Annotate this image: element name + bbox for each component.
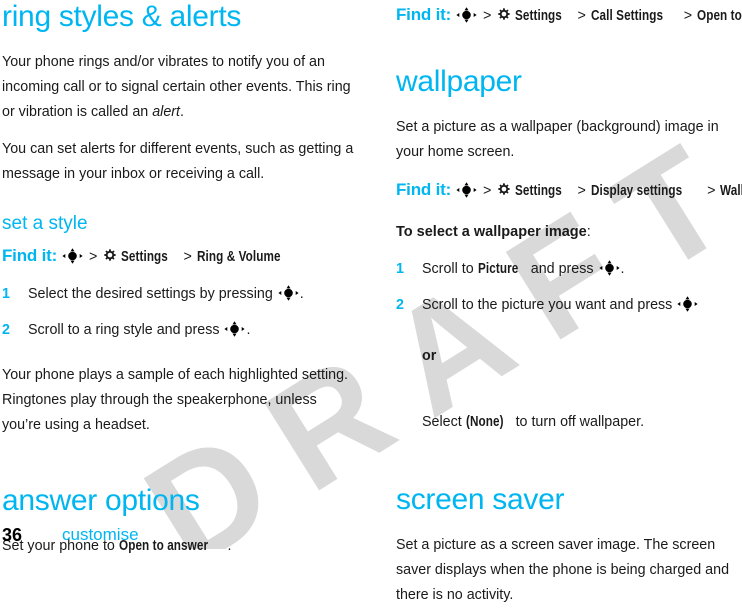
screen-saver-body: Set a picture as a screen saver image. T… bbox=[396, 537, 730, 604]
find-it-label: Find it: bbox=[396, 5, 452, 24]
alert-term: alert bbox=[152, 104, 181, 120]
wallpaper-lead-bold: To select a wallpaper image: bbox=[396, 224, 591, 240]
step-number: 2 bbox=[2, 322, 10, 338]
path-item-wallpaper: Wallpaper bbox=[720, 183, 742, 199]
path-separator: > bbox=[483, 183, 492, 199]
manual-page: ring styles & alerts Your phone rings an… bbox=[0, 0, 742, 603]
path-separator: > bbox=[683, 8, 693, 24]
path-item-settings: Settings bbox=[121, 249, 169, 265]
path-separator: > bbox=[89, 249, 98, 265]
find-it-label: Find it: bbox=[396, 180, 452, 199]
path-item-display-settings: Display settings bbox=[590, 183, 683, 199]
list-item: 2 Scroll to a ring style and press . bbox=[2, 318, 355, 343]
step-number: 1 bbox=[2, 286, 10, 302]
path-item-settings: Settings bbox=[515, 8, 563, 24]
list-item: 1 Select the desired settings by pressing… bbox=[2, 282, 355, 307]
path-item-ring-and-volume: Ring & Volume bbox=[196, 249, 281, 265]
steps-wallpaper: 1 Scroll to Picture and press . 2 Scroll t… bbox=[396, 257, 742, 318]
five-way-navigation-key-icon bbox=[277, 285, 300, 301]
left-column: ring styles & alerts Your phone rings an… bbox=[2, 0, 355, 559]
ui-string-none: (None) bbox=[465, 413, 504, 430]
five-way-navigation-key-icon bbox=[223, 321, 246, 337]
find-it-answer-options: Find it: > Settings > Call Settings > Op… bbox=[396, 2, 742, 29]
path-separator: > bbox=[183, 249, 192, 265]
heading-answer-options: answer options bbox=[2, 484, 200, 517]
gear-icon bbox=[102, 246, 117, 261]
path-item-settings: Settings bbox=[515, 183, 563, 199]
find-it-wallpaper: Find it: > Settings > Display settings >… bbox=[396, 177, 742, 204]
steps-set-a-style: 1 Select the desired settings by pressing… bbox=[2, 282, 355, 343]
path-item-call-settings: Call Settings bbox=[590, 8, 663, 24]
intro-paragraph-2: You can set alerts for different events,… bbox=[2, 141, 354, 182]
page-number: 36 bbox=[2, 525, 23, 545]
gear-icon bbox=[496, 5, 511, 20]
path-separator: > bbox=[707, 183, 716, 199]
five-way-navigation-key-icon bbox=[455, 6, 478, 23]
wallpaper-body: Set a picture as a wallpaper (background… bbox=[396, 119, 719, 160]
path-separator: > bbox=[577, 183, 586, 199]
wallpaper-none-option: Select (None) to turn off wallpaper. bbox=[396, 410, 742, 435]
five-way-navigation-key-icon bbox=[676, 296, 699, 312]
find-it-label: Find it: bbox=[2, 246, 58, 265]
page-title: ring styles & alerts bbox=[2, 0, 242, 33]
list-item: 2 Scroll to the picture you want and pres… bbox=[396, 293, 742, 318]
path-separator: > bbox=[483, 8, 492, 24]
five-way-navigation-key-icon bbox=[455, 181, 478, 198]
five-way-navigation-key-icon bbox=[598, 260, 621, 276]
ring-style-note: Your phone plays a sample of each highli… bbox=[2, 367, 349, 433]
step-number: 2 bbox=[396, 297, 404, 313]
heading-screen-saver: screen saver bbox=[396, 483, 565, 517]
intro-paragraph-1: Your phone rings and/or vibrates to noti… bbox=[2, 54, 351, 120]
five-way-navigation-key-icon bbox=[61, 247, 84, 264]
page-footer: 36 customise bbox=[2, 520, 362, 546]
chapter-name: customise bbox=[62, 525, 139, 544]
find-it-set-a-style: Find it: > Settings > Ring & Volume bbox=[2, 243, 355, 270]
ui-string-picture: Picture bbox=[477, 261, 518, 277]
heading-set-a-style: set a style bbox=[2, 213, 88, 234]
heading-wallpaper: wallpaper bbox=[396, 65, 522, 98]
path-item-open-to-answer: Open to Answer bbox=[697, 8, 742, 24]
gear-icon bbox=[496, 180, 511, 195]
or-divider: or bbox=[422, 348, 437, 365]
path-separator: > bbox=[577, 8, 586, 24]
list-item: 1 Scroll to Picture and press . bbox=[396, 257, 742, 282]
right-column: Find it: > Settings > Call Settings > Op… bbox=[396, 0, 742, 608]
step-number: 1 bbox=[396, 261, 404, 277]
